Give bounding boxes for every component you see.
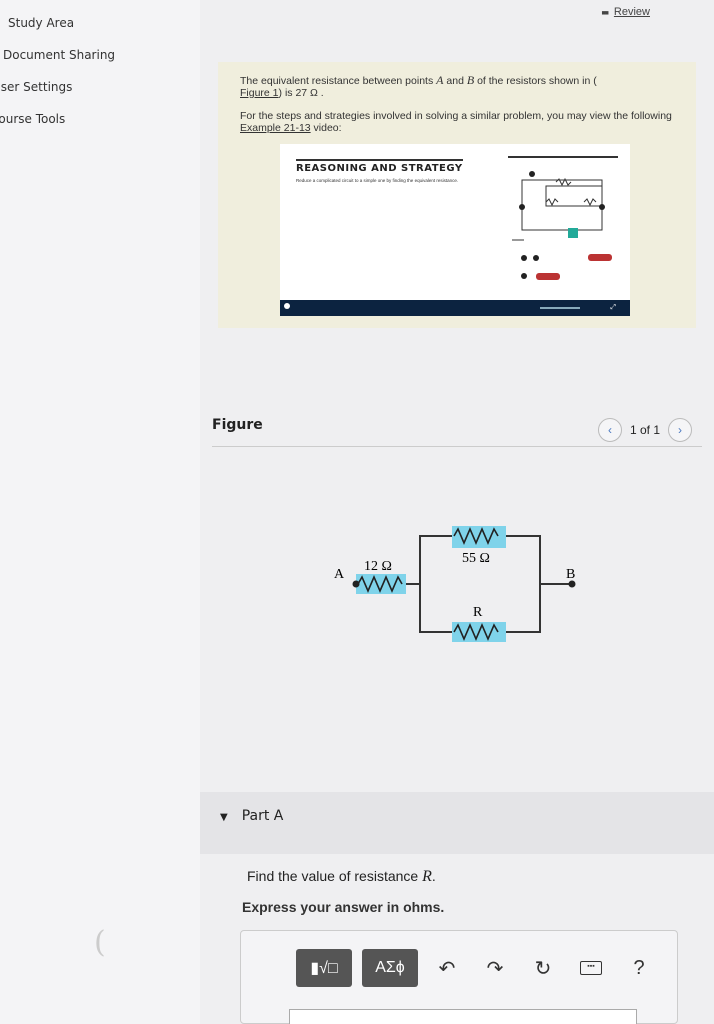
hint-paragraph-1: The equivalent resistance between points… <box>240 74 680 99</box>
chevron-left-icon[interactable]: ‹ <box>598 418 622 442</box>
greek-label: ΑΣϕ <box>375 959 405 976</box>
label-r-bottom: R <box>473 605 483 620</box>
hint-paragraph-2: For the steps and strategies involved in… <box>240 110 680 134</box>
question-text: Find the value of resistance R. <box>247 868 436 886</box>
video-subtitle: Reduce a complicated circuit to a simple… <box>296 178 459 183</box>
answer-input[interactable] <box>289 1009 637 1024</box>
video-controls[interactable]: ⤢ <box>280 300 630 316</box>
redo-icon[interactable]: ↷ <box>476 949 514 987</box>
circuit-diagram: A B 12 Ω 55 Ω R <box>334 526 576 642</box>
keyboard-icon[interactable]: ▪▪▪ <box>572 949 610 987</box>
video-title: REASONING AND STRATEGY <box>296 159 463 174</box>
math-toolbar: ▮√□ ΑΣϕ ↶ ↷ ↻ ▪▪▪ ? <box>296 949 658 987</box>
answer-instruction: Express your answer in ohms. <box>242 899 445 915</box>
question-suffix: . <box>431 868 436 884</box>
pager-count: 1 of 1 <box>630 423 661 437</box>
sidebar: Study Area Document Sharing User Setting… <box>0 0 200 1024</box>
decorative-bracket: ( <box>94 925 106 960</box>
sidebar-item-user-settings[interactable]: User Settings <box>0 80 72 94</box>
label-point-b: B <box>566 567 575 582</box>
reset-icon[interactable]: ↻ <box>524 949 562 987</box>
sidebar-item-label: Study Area <box>8 16 75 30</box>
sidebar-item-document-sharing[interactable]: Document Sharing <box>3 48 115 62</box>
part-a-label: Part A <box>241 808 284 824</box>
templates-button[interactable]: ▮√□ <box>296 949 352 987</box>
figure-divider <box>212 446 702 447</box>
review-icon: ■■ <box>601 10 609 17</box>
volume-slider[interactable] <box>540 307 580 309</box>
chevron-right-icon[interactable]: › <box>668 418 693 442</box>
hint-text: of the resistors shown in ( <box>474 75 597 87</box>
help-label: ? <box>633 956 645 979</box>
figure-title: Figure <box>212 417 263 433</box>
templates-label: ▮√□ <box>310 960 338 977</box>
hint-text: The equivalent resistance between points <box>240 75 437 87</box>
sidebar-item-label: Course Tools <box>0 112 66 126</box>
hint-text: ) is 27 Ω . <box>278 87 324 99</box>
play-icon[interactable] <box>284 303 290 309</box>
fullscreen-icon[interactable]: ⤢ <box>610 304 616 312</box>
label-r-series: 12 Ω <box>364 559 392 574</box>
answer-panel: ▮√□ ΑΣϕ ↶ ↷ ↻ ▪▪▪ ? <box>240 930 678 1024</box>
hint-text: For the steps and strategies involved in… <box>240 110 672 122</box>
help-button[interactable]: ? <box>620 949 658 987</box>
hint-text: and <box>443 75 467 87</box>
figure-link[interactable]: Figure 1 <box>240 87 279 99</box>
part-a-title[interactable]: ▼ Part A <box>220 808 283 824</box>
sidebar-item-course-tools[interactable]: Course Tools <box>0 112 65 126</box>
example-link[interactable]: Example 21-13 <box>240 122 311 134</box>
video-circuit-diagram <box>512 171 612 280</box>
figure-pager: ‹ 1 of 1 › <box>598 418 693 442</box>
node-a <box>352 580 360 588</box>
collapse-triangle-icon[interactable]: ▼ <box>220 812 228 823</box>
review-label: Review <box>613 6 650 18</box>
label-point-a: A <box>334 567 345 582</box>
hint-text: video: <box>310 122 342 134</box>
label-r-top: 55 Ω <box>462 551 490 566</box>
question-prefix: Find the value of resistance <box>247 868 423 884</box>
greek-symbols-button[interactable]: ΑΣϕ <box>362 949 418 987</box>
video-divider <box>508 156 618 158</box>
hint-box: The equivalent resistance between points… <box>218 62 696 328</box>
sidebar-item-label: User Settings <box>0 80 73 94</box>
undo-icon[interactable]: ↶ <box>428 949 466 987</box>
example-video[interactable]: REASONING AND STRATEGY Reduce a complica… <box>280 144 630 316</box>
question-var: R <box>422 868 432 885</box>
sidebar-item-study-area[interactable]: Study Area <box>8 16 74 30</box>
review-link[interactable]: ■■ Review <box>601 6 650 18</box>
sidebar-item-label: Document Sharing <box>3 48 116 62</box>
